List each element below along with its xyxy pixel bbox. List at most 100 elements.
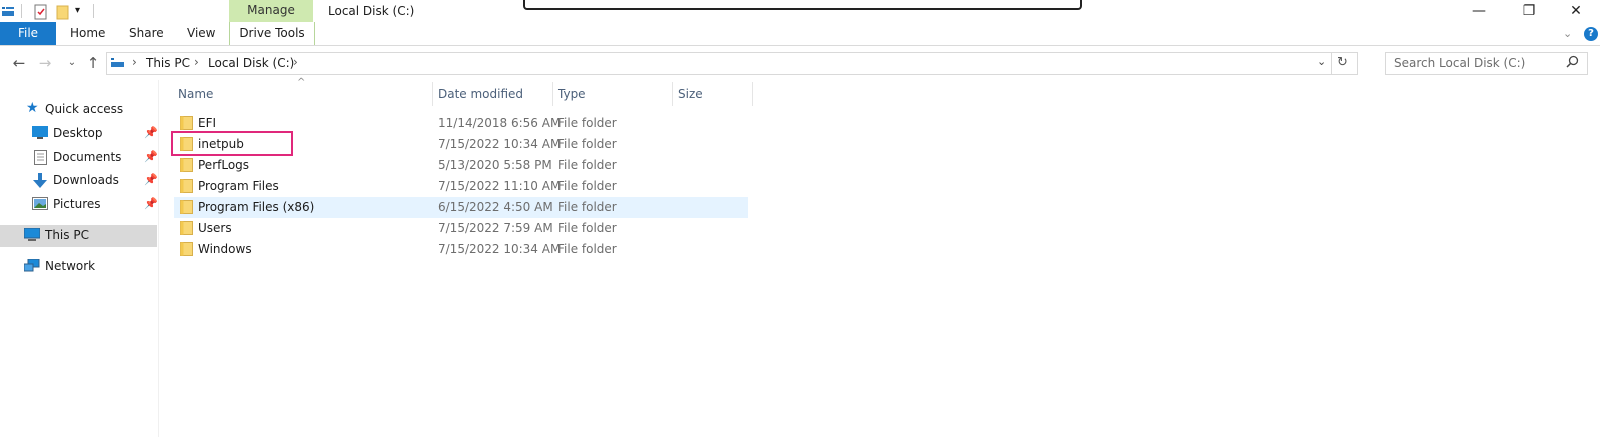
- pin-icon[interactable]: 📌: [144, 197, 158, 210]
- nav-quick-access[interactable]: ★ Quick access: [0, 99, 157, 121]
- file-type: File folder: [558, 221, 617, 235]
- tab-file[interactable]: File: [0, 22, 56, 45]
- tab-share[interactable]: Share: [129, 22, 164, 45]
- nav-item-downloads[interactable]: Downloads 📌: [0, 170, 158, 192]
- file-date: 7/15/2022 10:34 AM: [438, 242, 561, 256]
- search-icon[interactable]: [1566, 55, 1579, 71]
- close-button[interactable]: ✕: [1553, 0, 1599, 22]
- table-row[interactable]: Windows 7/15/2022 10:34 AM File folder: [174, 239, 748, 260]
- column-header-name[interactable]: Name: [178, 82, 213, 106]
- file-name: Windows: [198, 242, 252, 256]
- forward-arrow-icon: →: [38, 54, 52, 72]
- pin-icon[interactable]: 📌: [144, 173, 158, 186]
- column-separator[interactable]: [432, 82, 433, 106]
- nav-label: Quick access: [45, 102, 124, 116]
- folder-icon: [180, 158, 194, 172]
- breadcrumb-chevron-icon[interactable]: ›: [194, 55, 199, 69]
- breadcrumb-chevron-icon[interactable]: ›: [293, 55, 298, 69]
- column-separator[interactable]: [752, 82, 753, 106]
- help-icon[interactable]: ?: [1584, 27, 1598, 41]
- folder-icon: [180, 179, 194, 193]
- table-row[interactable]: Program Files (x86) 6/15/2022 4:50 AM Fi…: [174, 197, 748, 218]
- chevron-down-icon: ⌄: [67, 57, 77, 68]
- file-date: 7/15/2022 7:59 AM: [438, 221, 553, 235]
- column-header-type[interactable]: Type: [558, 82, 586, 106]
- this-pc-icon: [23, 227, 41, 245]
- column-header-date-modified[interactable]: Date modified: [438, 82, 523, 106]
- new-folder-icon[interactable]: [56, 4, 70, 23]
- star-icon: ★: [26, 100, 39, 116]
- nav-item-documents[interactable]: Documents 📌: [0, 147, 158, 169]
- folder-icon: [180, 116, 194, 130]
- nav-label: Pictures: [53, 197, 101, 211]
- column-header-size[interactable]: Size: [678, 82, 703, 106]
- folder-icon: [180, 221, 194, 235]
- address-bar[interactable]: › This PC › Local Disk (C:) › ⌄ ↻: [106, 52, 1358, 75]
- file-name: Users: [198, 221, 232, 235]
- tab-view[interactable]: View: [187, 22, 215, 45]
- file-type: File folder: [558, 158, 617, 172]
- customize-toolbar-icon[interactable]: ▾: [75, 5, 80, 16]
- refresh-icon[interactable]: ↻: [1337, 55, 1348, 70]
- file-date: 5/13/2020 5:58 PM: [438, 158, 552, 172]
- separator: [21, 4, 22, 18]
- nav-label: Documents: [53, 150, 122, 164]
- sort-ascending-icon: ^: [297, 77, 306, 88]
- minimize-button[interactable]: —: [1456, 0, 1502, 22]
- back-arrow-icon: ←: [12, 54, 26, 72]
- file-date: 7/15/2022 11:10 AM: [438, 179, 561, 193]
- search-input[interactable]: Search Local Disk (C:): [1394, 56, 1525, 70]
- breadcrumb-this-pc[interactable]: This PC: [146, 56, 190, 70]
- back-button[interactable]: ←: [8, 52, 30, 74]
- nav-item-pictures[interactable]: Pictures 📌: [0, 194, 158, 216]
- pin-icon[interactable]: 📌: [144, 126, 158, 139]
- file-type: File folder: [558, 200, 617, 214]
- network-icon: [23, 258, 40, 276]
- file-name: EFI: [198, 116, 217, 130]
- search-box[interactable]: Search Local Disk (C:): [1385, 52, 1588, 75]
- recent-locations-button[interactable]: ⌄: [61, 52, 83, 74]
- file-type: File folder: [558, 116, 617, 130]
- this-pc-small-icon: [111, 57, 125, 72]
- column-separator[interactable]: [552, 82, 553, 106]
- file-date: 7/15/2022 10:34 AM: [438, 137, 561, 151]
- up-arrow-icon: ↑: [86, 54, 100, 72]
- table-row[interactable]: Program Files 7/15/2022 11:10 AM File fo…: [174, 176, 748, 197]
- tab-home[interactable]: Home: [70, 22, 105, 45]
- forward-button[interactable]: →: [34, 52, 56, 74]
- explorer-icon: [2, 4, 16, 21]
- manage-group-label: Manage: [229, 0, 313, 22]
- up-button[interactable]: ↑: [82, 52, 104, 74]
- file-type: File folder: [558, 137, 617, 151]
- table-row[interactable]: Users 7/15/2022 7:59 AM File folder: [174, 218, 748, 239]
- column-separator[interactable]: [672, 82, 673, 106]
- nav-label: Downloads: [53, 173, 119, 187]
- nav-label: Desktop: [53, 126, 103, 140]
- nav-item-desktop[interactable]: Desktop 📌: [0, 123, 158, 145]
- pin-icon[interactable]: 📌: [144, 150, 158, 163]
- file-type: File folder: [558, 179, 617, 193]
- nav-label: This PC: [45, 228, 89, 242]
- nav-label: Network: [45, 259, 96, 273]
- expand-ribbon-icon[interactable]: ⌄: [1563, 27, 1572, 40]
- nav-item-this-pc[interactable]: This PC: [0, 225, 157, 247]
- pane-divider: [158, 80, 159, 437]
- properties-icon[interactable]: [34, 4, 48, 23]
- ribbon-divider: [0, 45, 1600, 46]
- pictures-icon: [32, 197, 48, 213]
- window-title: Local Disk (C:): [328, 4, 415, 18]
- overlay-bar: [523, 0, 1082, 10]
- address-dropdown-icon[interactable]: ⌄: [1317, 55, 1326, 68]
- downloads-icon: [33, 173, 47, 192]
- file-name: PerfLogs: [198, 158, 250, 172]
- folder-icon: [180, 200, 194, 214]
- file-date: 11/14/2018 6:56 AM: [438, 116, 561, 130]
- breadcrumb-chevron-icon[interactable]: ›: [132, 55, 137, 69]
- nav-item-network[interactable]: Network: [0, 256, 157, 278]
- tab-drive-tools[interactable]: Drive Tools: [229, 22, 315, 45]
- highlight-box: [171, 131, 293, 156]
- table-row[interactable]: PerfLogs 5/13/2020 5:58 PM File folder: [174, 155, 748, 176]
- separator: [1331, 53, 1332, 74]
- breadcrumb-local-disk[interactable]: Local Disk (C:): [208, 56, 294, 70]
- restore-button[interactable]: ❐: [1506, 0, 1552, 22]
